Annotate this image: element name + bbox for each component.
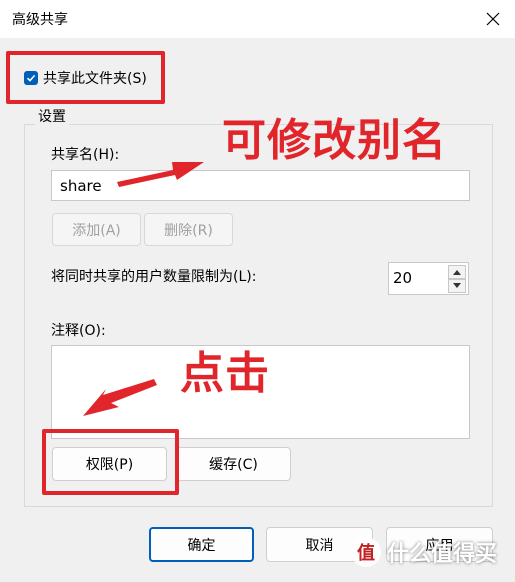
permissions-highlight-box [42, 429, 179, 495]
triangle-down-icon [453, 283, 461, 288]
decrement-button[interactable] [448, 279, 466, 293]
user-limit-stepper[interactable]: 20 [388, 262, 469, 295]
user-limit-value[interactable]: 20 [393, 269, 412, 287]
comment-label: 注释(O): [51, 323, 106, 339]
ok-button[interactable]: 确定 [149, 527, 254, 562]
close-button[interactable] [479, 5, 507, 33]
click-annotation: 点击 [180, 348, 270, 399]
watermark-text: 什么值得买 [387, 542, 498, 567]
rename-annotation: 可修改别名 [222, 115, 447, 166]
watermark-logo-icon: 值 [351, 537, 381, 567]
add-button[interactable]: 添加(A) [52, 213, 141, 246]
window-title: 高级共享 [12, 12, 68, 28]
title-bar: 高级共享 [0, 0, 515, 38]
share-name-label: 共享名(H): [51, 147, 120, 163]
increment-button[interactable] [448, 265, 466, 279]
remove-button[interactable]: 删除(R) [144, 213, 233, 246]
triangle-up-icon [453, 270, 461, 275]
share-folder-highlight-box [6, 51, 165, 104]
advanced-sharing-dialog: 高级共享 共享此文件夹(S) 设置 共享名(H): 添加(A) 删除(R) 将同… [0, 0, 515, 582]
site-watermark: 值 什么值得买 [351, 536, 497, 568]
cache-button[interactable]: 缓存(C) [176, 447, 291, 481]
settings-group-label: 设置 [35, 106, 69, 126]
close-icon [486, 12, 500, 26]
share-name-input[interactable] [51, 170, 470, 201]
user-limit-label: 将同时共享的用户数量限制为(L): [51, 269, 257, 285]
